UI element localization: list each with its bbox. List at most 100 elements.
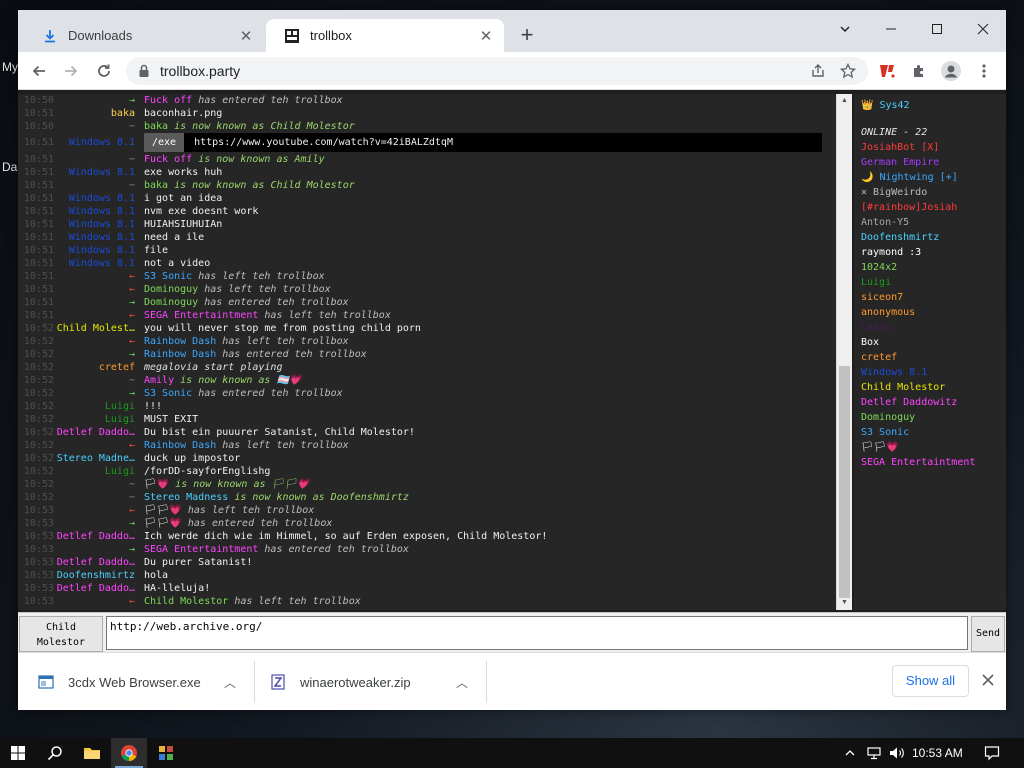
online-user[interactable]: Box (861, 335, 1006, 350)
event-username[interactable]: Rainbow Dash (144, 440, 216, 451)
message-nickname[interactable]: ~ (54, 374, 144, 387)
message-nickname[interactable]: Detlef Daddo… (54, 426, 144, 439)
scroll-thumb[interactable] (839, 366, 850, 598)
message-nickname[interactable]: Detlef Daddo… (54, 530, 144, 543)
event-username[interactable]: Stereo Madness (144, 492, 228, 503)
minimize-button[interactable] (868, 14, 914, 44)
online-user[interactable]: 🏳🏳💗 (861, 440, 1006, 455)
message-nickname[interactable]: Windows 8.1 (54, 244, 144, 257)
event-username[interactable]: S3 Sonic (144, 271, 192, 282)
message-nickname[interactable]: cretef (54, 361, 144, 374)
message-nickname[interactable]: Windows 8.1 (54, 133, 144, 153)
message-nickname[interactable]: ~ (54, 120, 144, 133)
profile-button[interactable] (938, 58, 964, 84)
online-user[interactable]: 🌙 Nightwing [+] (861, 170, 1006, 185)
message-input[interactable]: http://web.archive.org/ (106, 616, 968, 650)
address-bar[interactable]: trollbox.party (126, 57, 868, 85)
message-nickname[interactable]: baka (54, 107, 144, 120)
message-nickname[interactable]: Windows 8.1 (54, 218, 144, 231)
scroll-down-icon[interactable]: ▼ (837, 596, 852, 610)
message-nickname[interactable]: → (54, 517, 144, 530)
exe-button[interactable]: /exe (144, 133, 185, 152)
show-all-button[interactable]: Show all (892, 665, 969, 697)
nickname-button[interactable]: Child Molestor (19, 616, 103, 652)
action-center-button[interactable] (980, 738, 1004, 768)
event-username[interactable]: Rainbow Dash (144, 336, 216, 347)
new-tab-button[interactable]: + (516, 24, 538, 47)
online-user[interactable]: raymond :3 (861, 245, 1006, 260)
event-username[interactable]: Fuck off (144, 95, 192, 106)
message-nickname[interactable]: ~ (54, 478, 144, 491)
search-button[interactable] (37, 738, 73, 768)
download-item[interactable]: 3cdx Web Browser.exe ︿ (38, 659, 236, 705)
event-username[interactable]: Fuck off (144, 154, 192, 165)
youtube-link[interactable]: https://www.youtube.com/watch?v=42iBALZd… (184, 133, 453, 153)
online-user[interactable]: Windows 8.1 (861, 365, 1006, 380)
event-username[interactable]: Dominoguy (144, 297, 198, 308)
event-username[interactable]: baka (144, 121, 168, 132)
close-shelf-button[interactable] (978, 670, 998, 690)
online-user[interactable]: 1024x2 (861, 260, 1006, 275)
message-nickname[interactable]: Windows 8.1 (54, 231, 144, 244)
start-button[interactable] (0, 738, 36, 768)
event-username[interactable]: SEGA Entertaintment (144, 310, 258, 321)
message-nickname[interactable]: ← (54, 309, 144, 322)
online-user[interactable]: JosiahBot [X] (861, 140, 1006, 155)
extensions-button[interactable] (906, 58, 932, 84)
online-user[interactable]: Dominoguy (861, 410, 1006, 425)
close-icon[interactable]: ✕ (238, 28, 254, 45)
message-nickname[interactable]: Doofenshmirtz (54, 569, 144, 582)
message-nickname[interactable]: Detlef Daddo… (54, 556, 144, 569)
forward-button[interactable] (58, 58, 84, 84)
menu-button[interactable] (971, 58, 997, 84)
chrome-taskbar-button[interactable] (111, 738, 147, 768)
chat-scrollbar[interactable]: ▲ ▼ (836, 94, 852, 610)
online-user[interactable]: cretef (861, 350, 1006, 365)
desktop-icon-label[interactable]: My (2, 60, 18, 74)
message-nickname[interactable]: Windows 8.1 (54, 192, 144, 205)
online-user[interactable]: Doofenshmirtz (861, 230, 1006, 245)
reload-button[interactable] (91, 58, 117, 84)
message-nickname[interactable]: Detlef Daddo… (54, 582, 144, 595)
event-username[interactable]: Dominoguy (144, 284, 198, 295)
message-nickname[interactable]: Windows 8.1 (54, 205, 144, 218)
message-nickname[interactable]: → (54, 296, 144, 309)
file-explorer-button[interactable] (74, 738, 110, 768)
message-nickname[interactable]: → (54, 348, 144, 361)
message-nickname[interactable]: ← (54, 439, 144, 452)
extension-red-button[interactable] (874, 58, 900, 84)
event-username[interactable]: Child Molestor (144, 596, 228, 607)
event-username[interactable]: 🏳💗 (144, 479, 169, 490)
message-nickname[interactable]: ~ (54, 153, 144, 166)
message-nickname[interactable]: Luigi (54, 413, 144, 426)
maximize-button[interactable] (914, 14, 960, 44)
message-nickname[interactable]: ← (54, 335, 144, 348)
event-username[interactable]: Rainbow Dash (144, 349, 216, 360)
message-nickname[interactable]: Luigi (54, 400, 144, 413)
event-username[interactable]: baka (144, 180, 168, 191)
message-nickname[interactable]: ← (54, 504, 144, 517)
close-window-button[interactable] (960, 14, 1006, 44)
chevron-up-icon[interactable]: ︿ (456, 674, 468, 691)
desktop-icon-label[interactable]: Da (2, 160, 17, 174)
network-button[interactable] (864, 738, 884, 768)
event-username[interactable]: 🏳🏳💗 (144, 518, 182, 529)
download-item[interactable]: winaerotweaker.zip ︿ (270, 659, 468, 705)
tab-search-button[interactable] (822, 14, 868, 44)
online-user[interactable]: Detlef Daddowitz (861, 395, 1006, 410)
online-user[interactable]: S3 Sonic (861, 425, 1006, 440)
share-icon[interactable] (810, 63, 826, 79)
event-username[interactable]: 🏳🏳💗 (144, 505, 182, 516)
online-user[interactable]: siceon7 (861, 290, 1006, 305)
taskbar-clock[interactable]: 10:53 AM (912, 738, 963, 768)
online-user[interactable]: German Empire (861, 155, 1006, 170)
online-user[interactable]: Child Molestor (861, 380, 1006, 395)
volume-button[interactable] (886, 738, 908, 768)
online-user[interactable]: SEGA Entertaintment (861, 455, 1006, 470)
message-nickname[interactable]: ← (54, 270, 144, 283)
message-nickname[interactable]: Windows 8.1 (54, 257, 144, 270)
tab-trollbox[interactable]: trollbox ✕ (266, 19, 504, 52)
event-username[interactable]: Amily (144, 375, 174, 386)
event-username[interactable]: S3 Sonic (144, 388, 192, 399)
show-hidden-icons-button[interactable] (842, 738, 858, 768)
